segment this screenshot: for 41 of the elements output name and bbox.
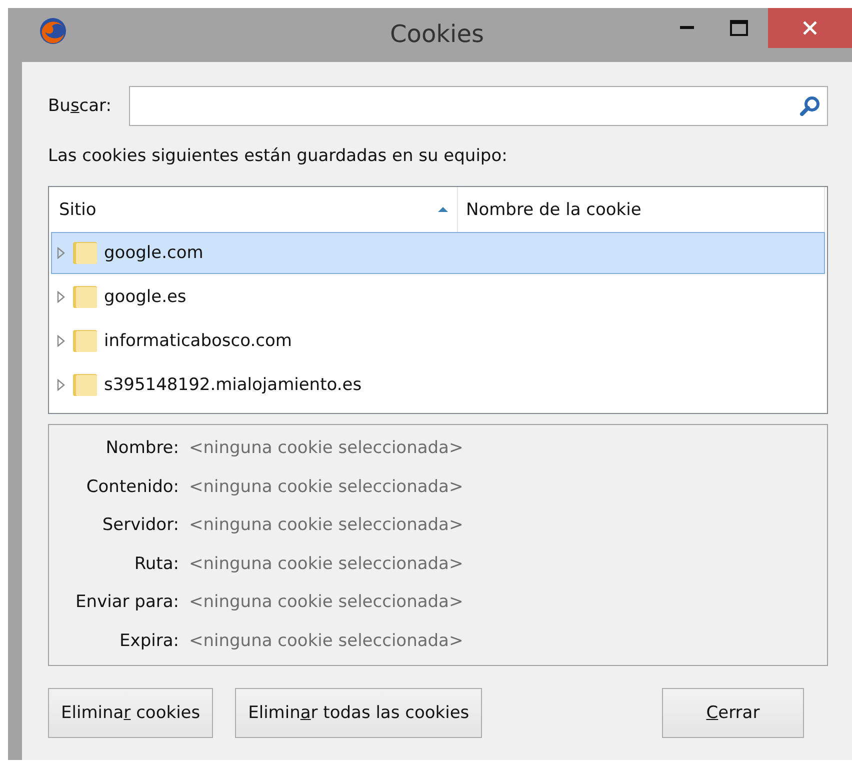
minimize-icon xyxy=(680,26,694,30)
site-name: google.es xyxy=(104,287,186,307)
detail-label: Expira: xyxy=(118,630,179,651)
tree-row[interactable]: google.com xyxy=(51,232,825,274)
site-name: s395148192.mialojamiento.es xyxy=(104,375,362,395)
expand-arrow-icon[interactable] xyxy=(56,247,66,259)
tree-row[interactable]: s395148192.mialojamiento.es xyxy=(51,364,825,406)
detail-value: <ninguna cookie seleccionada> xyxy=(189,630,464,651)
window-title: Cookies xyxy=(389,20,485,48)
site-name: google.com xyxy=(104,243,204,263)
dialog-button[interactable]: Eliminar cookies xyxy=(48,688,214,738)
search-field[interactable] xyxy=(129,86,828,126)
tree-row[interactable]: informaticabosco.com xyxy=(51,320,825,362)
folder-icon xyxy=(72,285,98,309)
cookies-description: Las cookies siguientes están guardadas en su equipo: xyxy=(48,146,508,166)
folder-icon xyxy=(72,329,98,353)
tree-row[interactable]: google.es xyxy=(51,276,825,318)
search-label: Buscar: xyxy=(48,96,112,116)
maximize-icon xyxy=(730,20,748,36)
detail-label: Nombre: xyxy=(104,438,179,458)
detail-label: Ruta: xyxy=(133,554,179,574)
detail-label: Servidor: xyxy=(101,515,179,536)
dialog-button[interactable]: Cerrar xyxy=(662,688,804,738)
close-icon xyxy=(802,20,818,36)
detail-label: Contenido: xyxy=(85,476,179,497)
folder-icon xyxy=(72,241,98,265)
detail-value: <ninguna cookie seleccionada> xyxy=(189,554,464,574)
expand-arrow-icon[interactable] xyxy=(56,335,66,347)
detail-value: <ninguna cookie seleccionada> xyxy=(189,592,464,612)
dialog-button[interactable]: Eliminar todas las cookies xyxy=(235,688,482,738)
expand-arrow-icon[interactable] xyxy=(56,291,66,303)
expand-arrow-icon[interactable] xyxy=(56,379,66,391)
detail-value: <ninguna cookie seleccionada> xyxy=(189,438,464,458)
search-icon xyxy=(799,95,821,117)
browser-logo-icon xyxy=(38,16,68,46)
detail-label: Enviar para: xyxy=(74,592,179,612)
close-button[interactable] xyxy=(768,8,852,48)
site-name: informaticabosco.com xyxy=(104,331,292,351)
detail-value: <ninguna cookie seleccionada> xyxy=(189,476,464,497)
detail-value: <ninguna cookie seleccionada> xyxy=(189,515,464,536)
folder-icon xyxy=(72,373,98,397)
